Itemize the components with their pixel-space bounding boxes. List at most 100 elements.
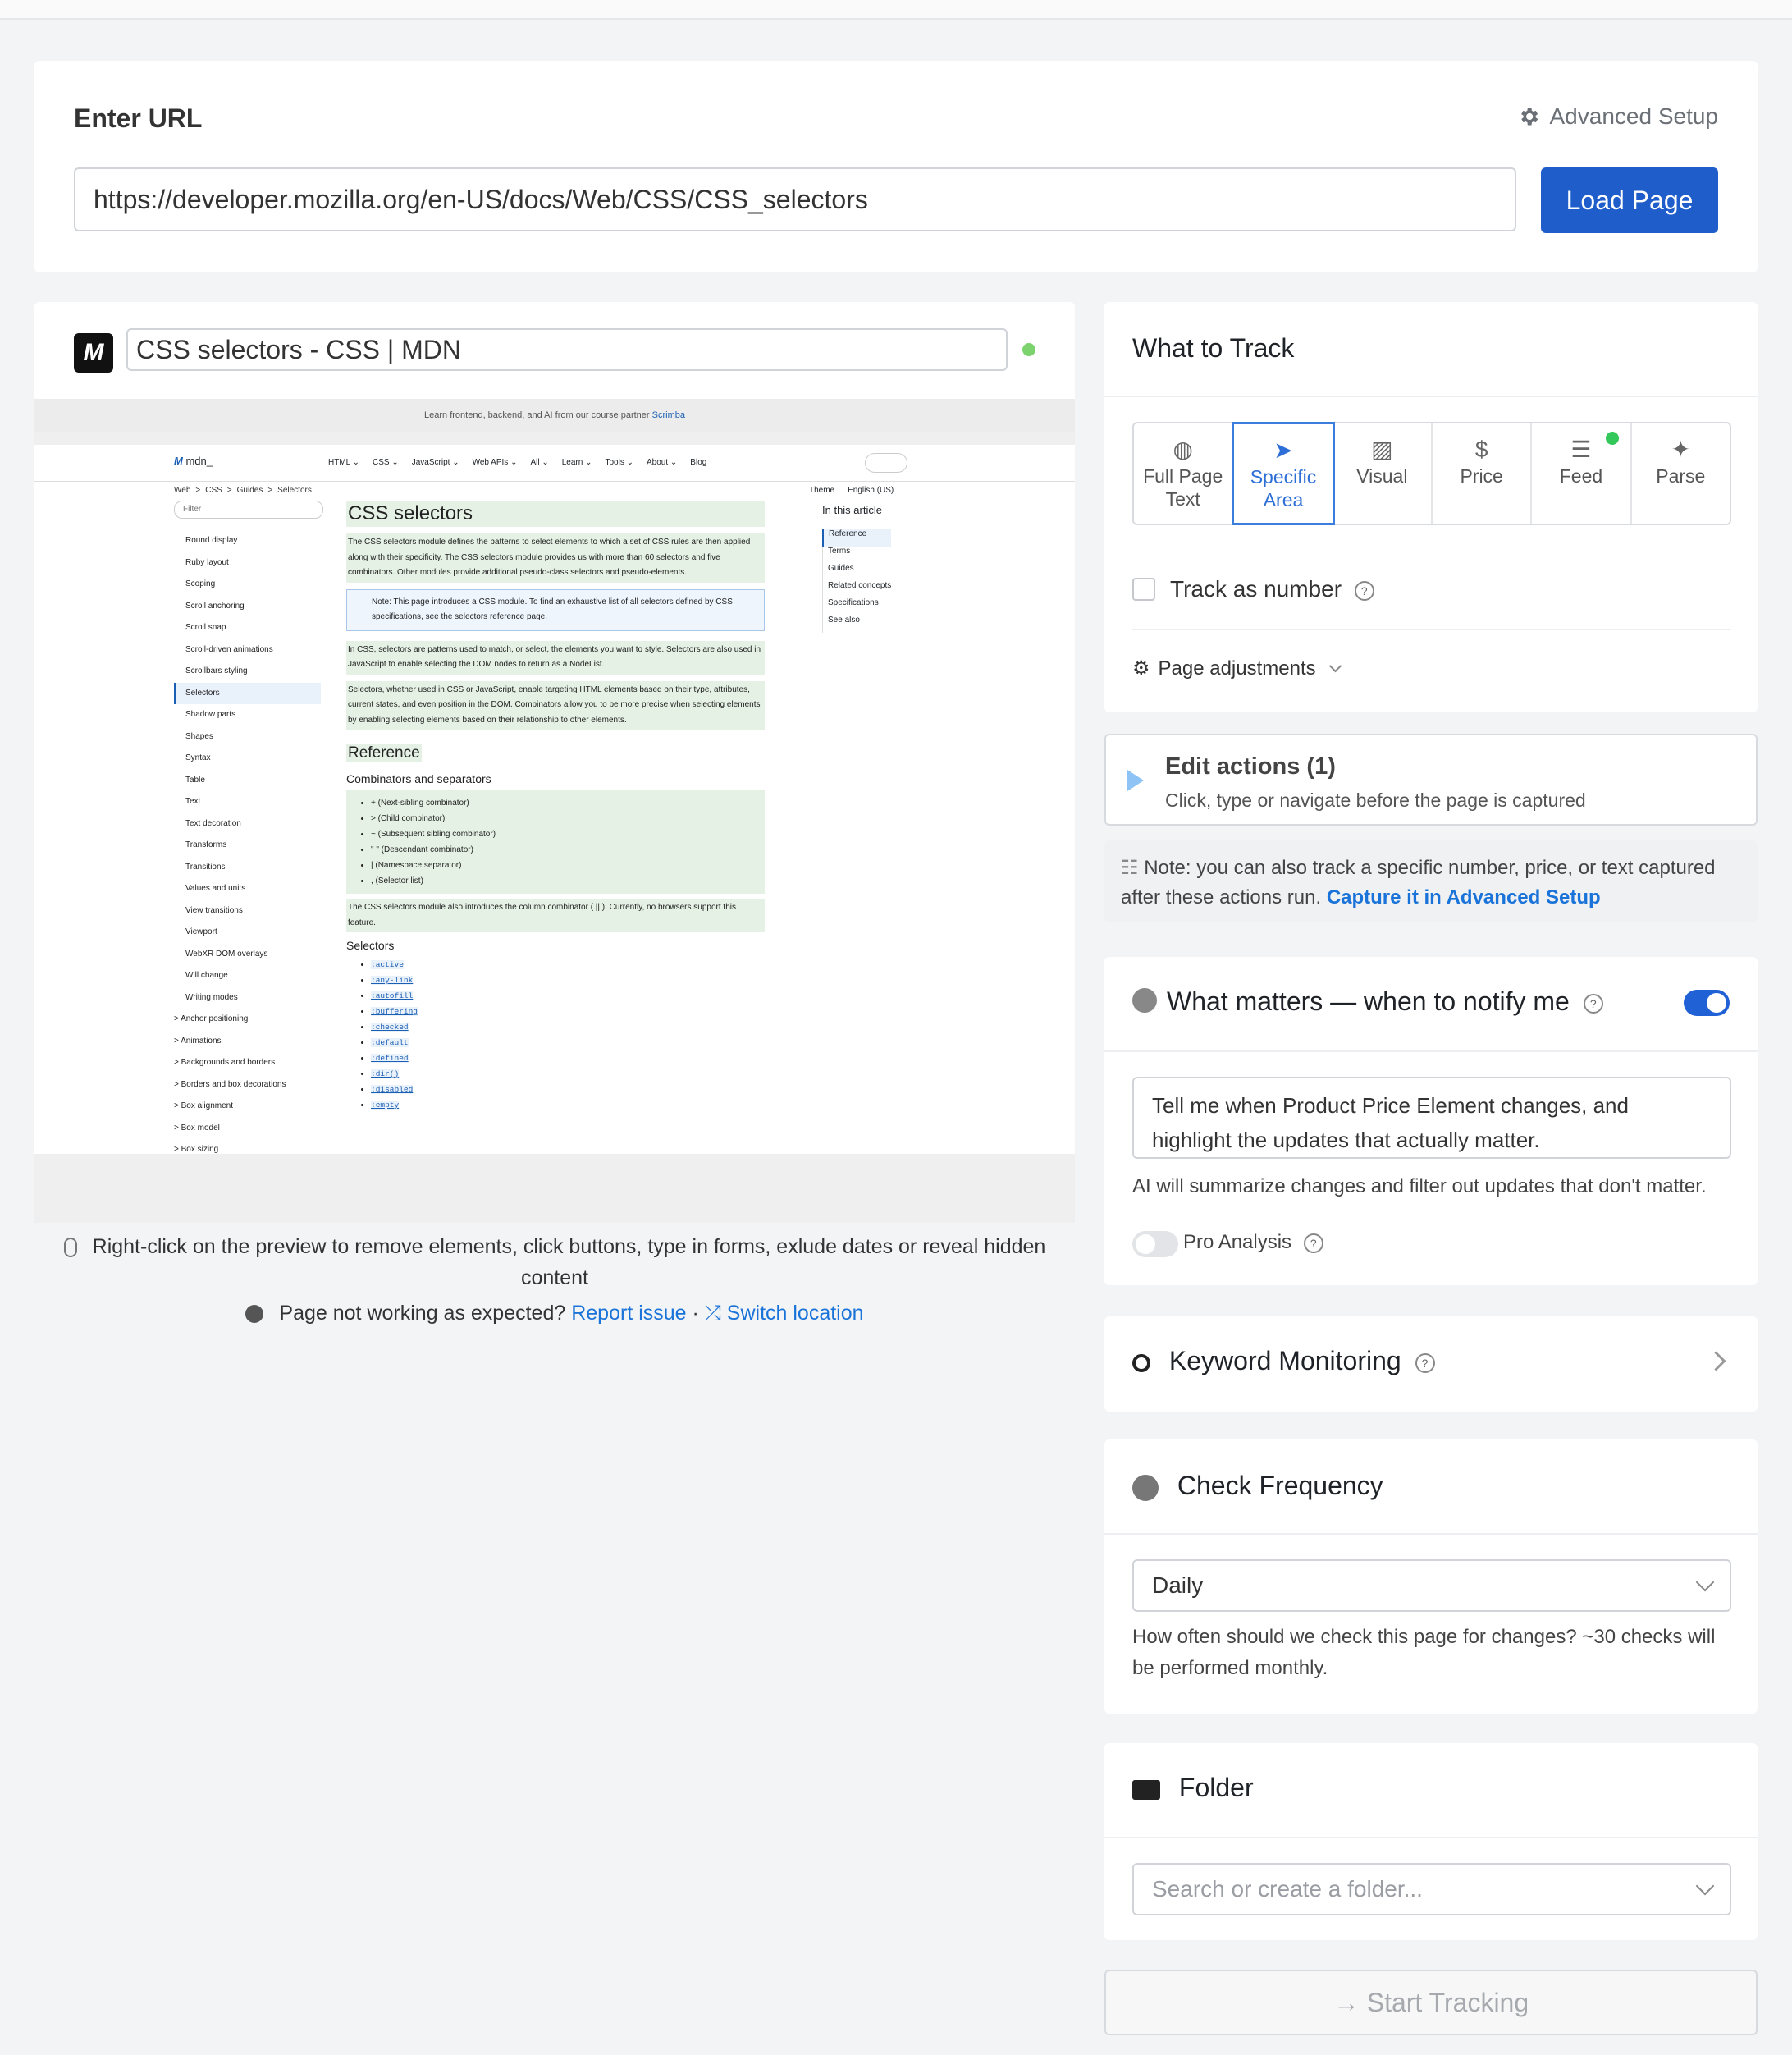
- sidebar-item[interactable]: Will change: [174, 965, 354, 987]
- breadcrumb-item[interactable]: Selectors: [277, 486, 312, 495]
- preview-menu-item[interactable]: Learn ⌄: [562, 458, 592, 467]
- sidebar-item[interactable]: Ruby layout: [174, 552, 354, 574]
- url-input[interactable]: https://developer.mozilla.org/en-US/docs…: [74, 167, 1516, 231]
- sidebar-item[interactable]: Scroll-driven animations: [174, 639, 354, 661]
- toc-item[interactable]: Guides: [822, 564, 891, 581]
- sidebar-item[interactable]: View transitions: [174, 900, 354, 922]
- notify-toggle[interactable]: [1684, 990, 1730, 1016]
- preview-menu-item[interactable]: About ⌄: [647, 458, 677, 467]
- combinator-item[interactable]: + (Next-sibling combinator): [371, 795, 765, 811]
- keyword-monitoring-card[interactable]: Keyword Monitoring ?: [1104, 1316, 1758, 1412]
- sidebar-item[interactable]: Values and units: [174, 878, 354, 900]
- help-icon[interactable]: ?: [1303, 1233, 1323, 1253]
- preview-filter-input[interactable]: Filter: [174, 501, 323, 519]
- preview-theme[interactable]: Theme: [809, 486, 834, 495]
- selector-item[interactable]: :autofill: [371, 988, 765, 1004]
- sidebar-group[interactable]: > Box sizing: [174, 1139, 354, 1154]
- preview-language[interactable]: English (US): [848, 486, 894, 495]
- sidebar-item[interactable]: Syntax: [174, 748, 354, 770]
- sidebar-group[interactable]: > Borders and box decorations: [174, 1074, 354, 1096]
- preview-menu-item[interactable]: CSS ⌄: [373, 458, 399, 467]
- breadcrumb-item[interactable]: Guides: [237, 486, 263, 495]
- sidebar-group[interactable]: > Backgrounds and borders: [174, 1052, 354, 1074]
- combinator-item[interactable]: ~ (Subsequent sibling combinator): [371, 826, 765, 842]
- sidebar-item[interactable]: Viewport: [174, 922, 354, 944]
- toc-item[interactable]: Related concepts: [822, 581, 891, 598]
- track-type-specific-area[interactable]: ➤ Specific Area: [1232, 422, 1335, 525]
- sidebar-item[interactable]: Text decoration: [174, 813, 354, 835]
- help-icon[interactable]: ?: [1415, 1352, 1435, 1373]
- sidebar-item[interactable]: WebXR DOM overlays: [174, 944, 354, 966]
- selector-item[interactable]: :defined: [371, 1050, 765, 1066]
- folder-row: Folder: [1132, 1773, 1254, 1803]
- toc-item[interactable]: Reference: [822, 529, 892, 547]
- preview-brand[interactable]: M mdn_: [174, 455, 213, 467]
- sidebar-item[interactable]: Round display: [174, 530, 354, 552]
- preview-menu-item[interactable]: Blog: [690, 458, 706, 467]
- sidebar-item[interactable]: Shapes: [174, 726, 354, 748]
- track-type-parse[interactable]: ✦ Parse: [1632, 423, 1730, 524]
- track-type-feed[interactable]: ☰ Feed: [1532, 423, 1632, 524]
- toc-item[interactable]: Terms: [822, 547, 891, 564]
- sidebar-group[interactable]: > Anchor positioning: [174, 1009, 354, 1031]
- folder-select[interactable]: Search or create a folder...: [1132, 1863, 1731, 1915]
- start-tracking-button[interactable]: → Start Tracking: [1104, 1970, 1758, 2035]
- selector-item[interactable]: :buffering: [371, 1004, 765, 1019]
- preview-menu-item[interactable]: Tools ⌄: [605, 458, 633, 467]
- sidebar-item[interactable]: Scoping: [174, 574, 354, 596]
- track-type-full-page-text[interactable]: ◍ Full Page Text: [1134, 423, 1234, 524]
- track-type-price[interactable]: $ Price: [1433, 423, 1533, 524]
- toc-item[interactable]: Specifications: [822, 598, 891, 616]
- page-adjustments-toggle[interactable]: ⚙ Page adjustments: [1132, 657, 1342, 680]
- selector-item[interactable]: :empty: [371, 1097, 765, 1113]
- capture-advanced-link[interactable]: Capture it in Advanced Setup: [1327, 886, 1601, 909]
- sidebar-group[interactable]: > Box alignment: [174, 1096, 354, 1118]
- selector-item[interactable]: :active: [371, 957, 765, 973]
- edit-actions-title: Edit actions (1): [1165, 753, 1336, 780]
- track-type-visual[interactable]: ▨ Visual: [1333, 423, 1433, 524]
- advanced-setup-link[interactable]: Advanced Setup: [1517, 103, 1718, 130]
- selector-item[interactable]: :default: [371, 1035, 765, 1050]
- load-page-button[interactable]: Load Page: [1541, 167, 1718, 233]
- sidebar-item-active[interactable]: Selectors: [174, 682, 321, 704]
- toc-item[interactable]: See also: [822, 616, 891, 633]
- sidebar-item[interactable]: Scroll anchoring: [174, 596, 354, 618]
- sidebar-group[interactable]: > Animations: [174, 1031, 354, 1053]
- breadcrumb-item[interactable]: Web: [174, 486, 190, 495]
- sidebar-item[interactable]: Transitions: [174, 857, 354, 879]
- selector-item[interactable]: :any-link: [371, 973, 765, 988]
- combinator-item[interactable]: " " (Descendant combinator): [371, 842, 765, 858]
- sidebar-item[interactable]: Table: [174, 770, 354, 792]
- preview-menu-item[interactable]: JavaScript ⌄: [412, 458, 459, 467]
- selector-item[interactable]: :disabled: [371, 1082, 765, 1097]
- sidebar-item[interactable]: Text: [174, 791, 354, 813]
- notify-prompt-textarea[interactable]: Tell me when Product Price Element chang…: [1132, 1077, 1731, 1159]
- combinator-item[interactable]: | (Namespace separator): [371, 858, 765, 873]
- page-title-input[interactable]: CSS selectors - CSS | MDN: [126, 328, 1008, 371]
- selector-item[interactable]: :dir(): [371, 1066, 765, 1082]
- track-as-number-checkbox[interactable]: [1132, 578, 1155, 601]
- frequency-select[interactable]: Daily: [1132, 1559, 1731, 1612]
- combinator-item[interactable]: > (Child combinator): [371, 811, 765, 826]
- sidebar-item[interactable]: Transforms: [174, 835, 354, 857]
- breadcrumb-item[interactable]: CSS: [205, 486, 222, 495]
- preview-banner-link[interactable]: Scrimba: [652, 410, 685, 420]
- help-icon[interactable]: ?: [1583, 993, 1603, 1014]
- pro-analysis-toggle[interactable]: [1132, 1231, 1178, 1257]
- combinator-item[interactable]: , (Selector list): [371, 873, 765, 889]
- preview-menu-item[interactable]: All ⌄: [530, 458, 548, 467]
- sidebar-item[interactable]: Writing modes: [174, 987, 354, 1009]
- sidebar-item[interactable]: Shadow parts: [174, 704, 354, 726]
- switch-location-link[interactable]: ⤮ Switch location: [705, 1302, 864, 1325]
- selector-item[interactable]: :checked: [371, 1019, 765, 1035]
- report-issue-link[interactable]: Report issue: [571, 1302, 686, 1325]
- preview-menu-item[interactable]: Web APIs ⌄: [473, 458, 518, 467]
- page-preview[interactable]: Learn frontend, backend, and AI from our…: [34, 399, 1075, 1223]
- edit-actions-card[interactable]: Edit actions (1) Click, type or navigate…: [1104, 734, 1758, 826]
- preview-search-icon[interactable]: [865, 453, 907, 473]
- sidebar-item[interactable]: Scroll snap: [174, 617, 354, 639]
- sidebar-item[interactable]: Scrollbars styling: [174, 661, 354, 683]
- sidebar-group[interactable]: > Box model: [174, 1118, 354, 1140]
- help-icon[interactable]: ?: [1354, 580, 1374, 601]
- preview-menu-item[interactable]: HTML ⌄: [328, 458, 359, 467]
